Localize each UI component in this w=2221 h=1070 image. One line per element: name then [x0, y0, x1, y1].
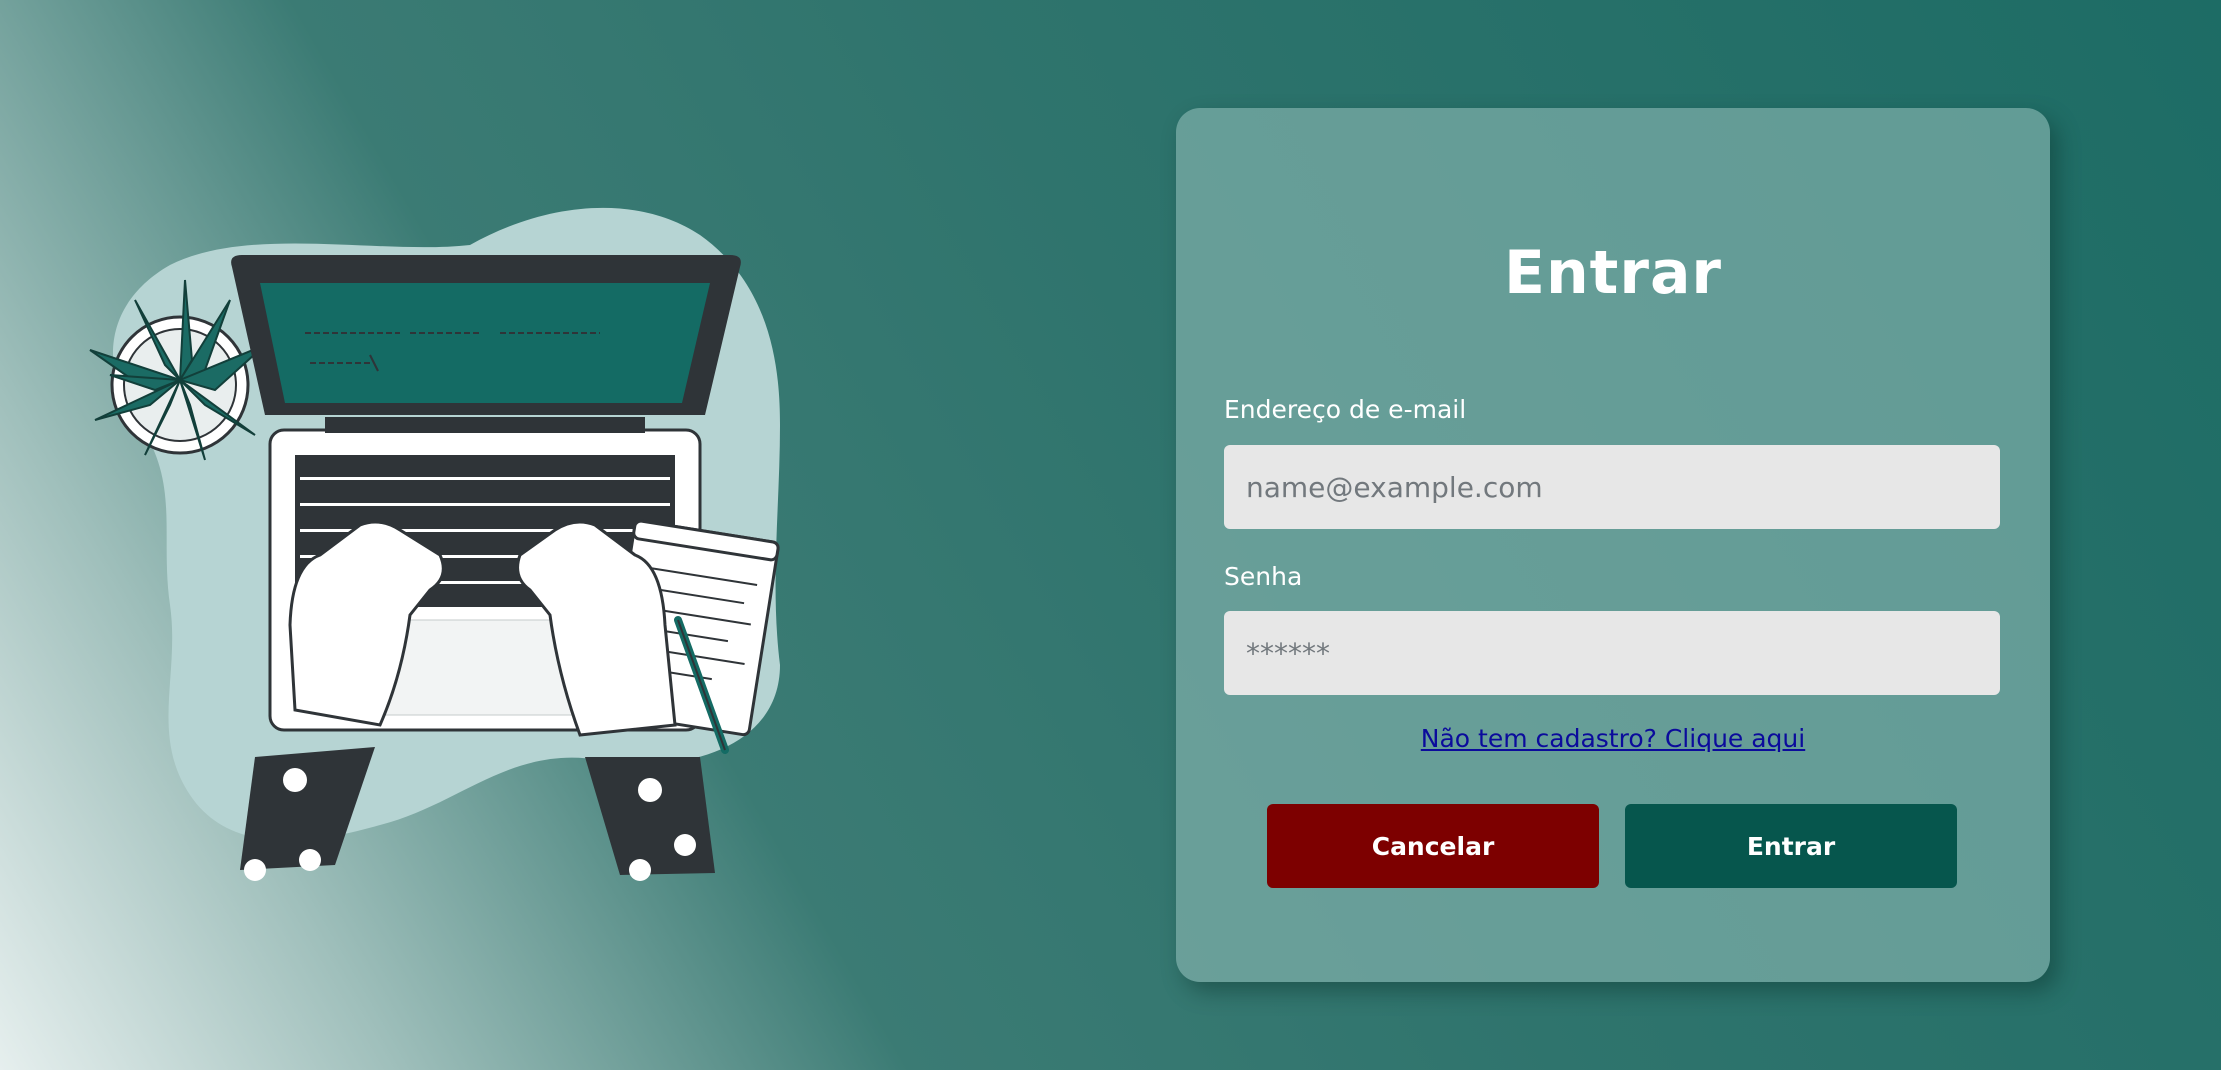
laptop-typing-illustration	[80, 205, 880, 905]
cancel-button[interactable]: Cancelar	[1267, 804, 1599, 888]
email-field[interactable]	[1224, 445, 2000, 529]
password-field[interactable]	[1224, 611, 2000, 695]
login-card: Entrar Endereço de e-mail Senha Não tem …	[1176, 108, 2050, 982]
login-title: Entrar	[1503, 238, 1723, 308]
email-label: Endereço de e-mail	[1224, 395, 1467, 424]
password-label: Senha	[1224, 562, 1303, 591]
signup-link[interactable]: Não tem cadastro? Clique aqui	[1176, 724, 2050, 753]
login-button[interactable]: Entrar	[1625, 804, 1957, 888]
login-page: Entrar Endereço de e-mail Senha Não tem …	[0, 0, 2221, 1070]
